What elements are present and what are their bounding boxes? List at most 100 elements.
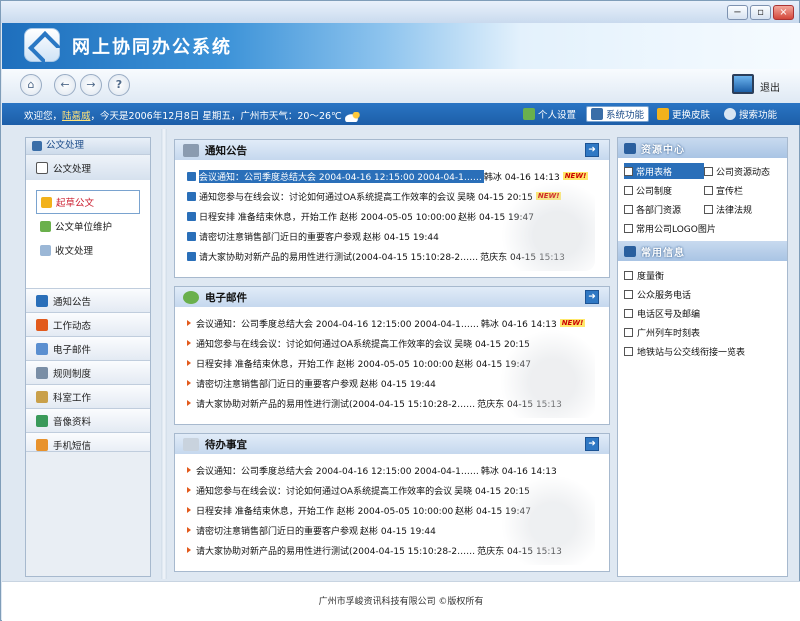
exit-button[interactable]: 退出 [760, 79, 780, 94]
sidebar: 公文处理 公文处理 起草公文 公文单位维护 收文处理 通知公告 工作动态 电子邮… [25, 137, 151, 577]
item-title: 请密切注意销售部门近日的重要客户参观 [196, 379, 359, 390]
arrow-bullet-icon [187, 400, 191, 406]
email-card: 电子邮件 ➜ 会议通知：公司季度总结大会 2004-04-16 12:15:00… [174, 286, 610, 425]
monitor-exit-icon[interactable] [732, 74, 754, 94]
header-banner: 网上协同办公系统 [2, 23, 800, 69]
info-link[interactable]: 电话区号及邮编 [624, 304, 787, 323]
at-watermark-icon [501, 328, 595, 418]
back-icon[interactable]: ← [54, 74, 76, 96]
card-header: 通知公告 ➜ [175, 140, 609, 160]
category-label: 规则制度 [53, 368, 92, 380]
item-title: 请密切注意销售部门近日的重要客户参观 [196, 526, 359, 537]
category-label: 工作动态 [53, 320, 92, 332]
info-link[interactable]: 公众服务电话 [624, 285, 787, 304]
arrow-bullet-icon [187, 507, 191, 513]
item-title: 会议通知：公司季度总结大会 2004-04-16 12:15:00 2004-0… [199, 169, 484, 183]
subitem-label: 起草公文 [56, 198, 95, 209]
speaker-icon [187, 191, 196, 201]
close-button[interactable]: × [773, 5, 794, 20]
more-arrow-icon[interactable]: ➜ [585, 290, 599, 304]
logo-icon [24, 28, 60, 62]
sidebar-item-email[interactable]: 电子邮件 [26, 336, 150, 360]
resource-link[interactable]: 法律法规 [704, 201, 784, 217]
info-label: 广州列车时刻表 [637, 329, 701, 339]
sidebar-item-draft[interactable]: 起草公文 [36, 190, 140, 214]
item-title: 请大家协助对新产品的易用性进行测试(2004-04-15 15:10:28-2…… [196, 399, 476, 410]
maximize-button[interactable]: ▫ [750, 5, 771, 20]
item-title: 通知您参与在线会议：讨论如何通过OA系统提高工作效率的会议 [196, 486, 453, 497]
info-link[interactable]: 地铁站与公交线衔接一览表 [624, 342, 787, 361]
resource-label: 法律法规 [716, 205, 753, 216]
resource-link[interactable]: 公司资源动态 [704, 163, 784, 179]
arrow-in-icon [36, 318, 48, 331]
item-title: 日程安排 准备结束休息，开始工作 赵彬 2004-05-05 10:00:00 [196, 506, 454, 517]
category-label: 科室工作 [53, 392, 92, 404]
item-title: 请大家协助对新产品的易用性进行测试(2004-04-15 15:10:28-2…… [196, 546, 476, 557]
arrow-bullet-icon [187, 360, 191, 366]
resource-link[interactable]: 常用表格 [624, 163, 704, 179]
user-link[interactable]: 陆嘉威 [62, 111, 91, 122]
button-label: 更换皮肤 [672, 110, 711, 121]
item-meta: 赵彬 04-15 19:44 [360, 526, 436, 537]
category-label: 公文处理 [53, 163, 92, 175]
speaker-icon [187, 251, 196, 261]
greeting-prefix: 欢迎您， [24, 111, 63, 122]
doc-icon [624, 328, 633, 337]
media-icon [36, 414, 48, 427]
home-icon[interactable]: ⌂ [20, 74, 42, 96]
resource-link[interactable]: 各部门资源 [624, 201, 704, 217]
item-title: 请密切注意销售部门近日的重要客户参观 [199, 232, 362, 243]
sidebar-item-work-news[interactable]: 工作动态 [26, 312, 150, 336]
item-title: 通知您参与在线会议：讨论如何通过OA系统提高工作效率的会议 [199, 192, 456, 203]
resource-link[interactable]: 公司制度 [624, 182, 704, 198]
resource-link[interactable]: 宣传栏 [704, 182, 784, 198]
more-arrow-icon[interactable]: ➜ [585, 437, 599, 451]
category-label: 通知公告 [53, 296, 92, 308]
subitem-label: 收文处理 [55, 246, 94, 257]
speaker-watermark-icon [501, 181, 595, 271]
sidebar-category-document[interactable]: 公文处理 [26, 154, 150, 180]
card-title: 通知公告 [205, 144, 247, 157]
system-functions-button[interactable]: 系统功能 [586, 106, 650, 122]
forward-icon[interactable]: → [80, 74, 102, 96]
minimize-button[interactable]: − [727, 5, 748, 20]
speaker-icon [36, 294, 48, 307]
info-bar: 欢迎您，陆嘉威，今天是2006年12月8日 星期五，广州市天气：20～26℃ 个… [2, 103, 800, 125]
user-icon [523, 108, 535, 120]
doc-icon [624, 347, 633, 356]
sidebar-item-unit-maintenance[interactable]: 公文单位维护 [36, 214, 150, 238]
sidebar-item-notice[interactable]: 通知公告 [26, 288, 150, 312]
more-arrow-icon[interactable]: ➜ [585, 143, 599, 157]
list-icon [36, 366, 48, 379]
info-icon [624, 245, 636, 257]
sidebar-header: 公文处理 [26, 138, 150, 154]
weather-cloud-icon [344, 111, 361, 122]
info-link[interactable]: 度量衡 [624, 266, 787, 285]
pen-icon [41, 196, 52, 208]
sidebar-item-rules[interactable]: 规则制度 [26, 360, 150, 384]
category-label: 音像资料 [53, 416, 92, 428]
item-meta: 赵彬 04-15 19:44 [363, 232, 439, 243]
title-bar[interactable]: − ▫ × [1, 1, 799, 23]
doc-icon [624, 166, 633, 176]
sidebar-item-receive[interactable]: 收文处理 [36, 238, 150, 262]
resource-link[interactable]: 常用公司LOGO图片 [624, 220, 784, 236]
arrow-bullet-icon [187, 547, 191, 553]
sidebar-item-office-work[interactable]: 科室工作 [26, 384, 150, 408]
change-skin-button[interactable]: 更换皮肤 [653, 106, 714, 122]
personal-settings-button[interactable]: 个人设置 [519, 106, 580, 122]
search-button[interactable]: 搜索功能 [720, 106, 781, 122]
help-icon[interactable]: ? [108, 74, 130, 96]
panel-splitter[interactable] [161, 129, 167, 579]
book-watermark-icon [501, 475, 595, 565]
sidebar-item-media[interactable]: 音像资料 [26, 408, 150, 432]
resources-grid: 常用表格 公司资源动态 公司制度 宣传栏 各部门资源 法律法规 常用公司LOGO… [618, 158, 787, 241]
subitem-label: 公文单位维护 [55, 222, 113, 233]
footer: 广州市孚峻资讯科技有限公司 ©版权所有 [2, 581, 800, 621]
search-icon [724, 108, 736, 120]
resource-label: 公司资源动态 [716, 167, 771, 178]
app-title: 网上协同办公系统 [72, 37, 232, 58]
info-link[interactable]: 广州列车时刻表 [624, 323, 787, 342]
item-title: 会议通知：公司季度总结大会 2004-04-16 12:15:00 2004-0… [196, 466, 479, 477]
item-title: 日程安排 准备结束休息，开始工作 赵彬 2004-05-05 10:00:00 [196, 359, 454, 370]
